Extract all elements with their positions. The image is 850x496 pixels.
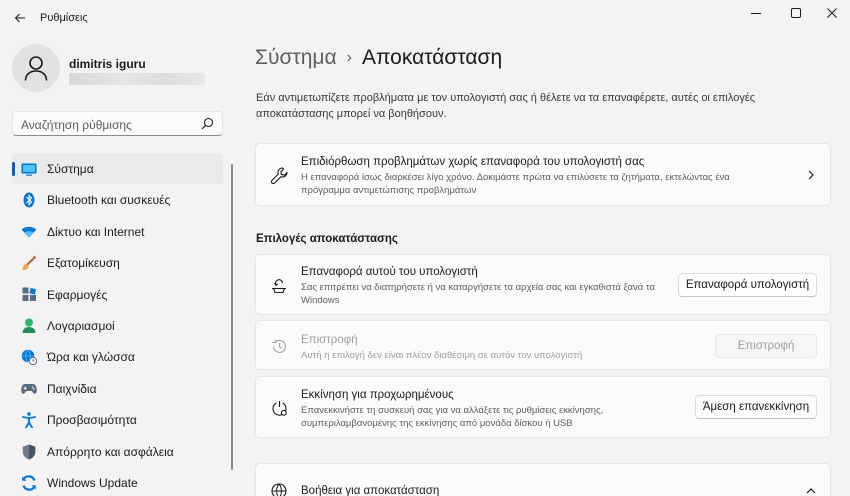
sidebar-item-label: Απόρρητο και ασφάλεια <box>47 444 174 459</box>
advanced-startup-card: Εκκίνηση για προχωρημένους Επανεκκινήστε… <box>255 376 831 438</box>
go-back-card: Επιστροφή Αυτή η επιλογή δεν είναι πλέον… <box>255 320 831 370</box>
page-title: Αποκατάσταση <box>361 46 503 69</box>
person-icon <box>24 56 48 81</box>
avatar <box>12 44 60 92</box>
sidebar-item-label: Δίκτυο και Internet <box>47 224 145 239</box>
chevron-right-icon <box>808 170 814 180</box>
breadcrumb-separator: › <box>346 49 352 66</box>
sidebar-item-label: Ώρα και γλώσσα <box>47 350 135 365</box>
accessibility-icon <box>20 411 38 429</box>
maximize-button[interactable] <box>778 0 814 26</box>
sidebar-item-label: Windows Update <box>47 475 138 490</box>
chevron-up-icon[interactable] <box>806 486 816 496</box>
card-title: Βοήθεια για αποκατάσταση <box>301 485 440 496</box>
sidebar-item-label: Bluetooth και συσκευές <box>47 193 171 208</box>
sidebar-item-label: Σύστημα <box>47 162 94 176</box>
sidebar-item-personalization[interactable]: Εξατομίκευση <box>12 247 223 278</box>
back-arrow-icon <box>14 13 25 23</box>
maximize-icon <box>791 8 801 18</box>
sidebar-item-accounts[interactable]: Λογαριασμοί <box>12 310 223 341</box>
card-description: Αυτή η επιλογή δεν είναι πλέον διαθέσιμη… <box>301 350 583 361</box>
sidebar-scrollbar[interactable] <box>231 164 233 470</box>
search-input[interactable]: Αναζήτηση ρύθμισης <box>12 111 223 136</box>
history-icon <box>269 336 289 356</box>
close-button[interactable] <box>814 0 850 26</box>
wrench-icon <box>269 165 289 185</box>
apps-icon <box>20 286 38 304</box>
minimize-button[interactable] <box>738 0 774 26</box>
breadcrumb-parent-link[interactable]: Σύστημα <box>255 46 337 69</box>
card-title: Εκκίνηση για προχωρημένους <box>301 389 454 401</box>
globe-icon <box>269 481 289 496</box>
shield-icon <box>20 443 38 461</box>
minimize-icon <box>751 13 761 14</box>
recovery-help-card[interactable]: Βοήθεια για αποκατάσταση <box>255 463 831 496</box>
search-placeholder: Αναζήτηση ρύθμισης <box>21 118 132 132</box>
reset-pc-button[interactable]: Επαναφορά υπολογιστή <box>678 273 817 297</box>
sidebar-item-bluetooth[interactable]: Bluetooth και συσκευές <box>12 184 223 215</box>
card-description: Επανεκκινήστε τη συσκευή σας για να αλλά… <box>301 405 604 429</box>
sidebar-item-label: Εξατομίκευση <box>47 256 120 271</box>
card-description: Σας επιτρέπει να διατηρήσετε ή να καταργ… <box>301 282 656 306</box>
reset-pc-card: Επαναφορά αυτού του υπολογιστή Σας επιτρ… <box>255 254 831 315</box>
breadcrumb: Σύστημα › Αποκατάσταση <box>255 46 502 70</box>
sidebar-item-apps[interactable]: Εφαρμογές <box>12 279 223 310</box>
bluetooth-icon <box>20 191 38 209</box>
sidebar-item-privacy[interactable]: Απόρρητο και ασφάλεια <box>12 436 223 467</box>
title-bar: Ρυθμίσεις <box>0 0 850 36</box>
sidebar-item-windows-update[interactable]: Windows Update <box>12 467 223 496</box>
reset-pc-icon <box>269 275 289 295</box>
sidebar-item-time-language[interactable]: Ώρα και γλώσσα <box>12 341 223 372</box>
restart-now-button[interactable]: Άμεση επανεκκίνηση <box>695 395 817 419</box>
user-email-redacted <box>69 73 205 85</box>
troubleshoot-card[interactable]: Επιδιόρθωση προβλημάτων χωρίς επαναφορά … <box>255 143 831 206</box>
brush-icon <box>20 254 38 272</box>
close-icon <box>827 8 837 18</box>
back-button[interactable] <box>8 6 32 30</box>
card-description: Η επαναφορά ίσως διαρκέσει λίγο χρόνο. Δ… <box>301 172 730 196</box>
section-title: Επιλογές αποκατάστασης <box>256 233 398 245</box>
intro-text: Εάν αντιμετωπίζετε προβλήματα με τον υπο… <box>256 92 756 120</box>
sidebar-item-label: Λογαριασμοί <box>47 318 115 333</box>
card-title: Επαναφορά αυτού του υπολογιστή <box>301 266 478 278</box>
account-icon <box>20 317 38 335</box>
app-title: Ρυθμίσεις <box>40 12 88 24</box>
sidebar-item-accessibility[interactable]: Προσβασιμότητα <box>12 404 223 435</box>
update-icon <box>20 474 38 492</box>
user-profile[interactable]: dimitris iguru <box>12 44 222 94</box>
user-name: dimitris iguru <box>69 57 146 71</box>
sidebar-item-network[interactable]: Δίκτυο και Internet <box>12 216 223 247</box>
sidebar-item-label: Προσβασιμότητα <box>47 413 137 428</box>
wifi-icon <box>20 223 38 241</box>
sidebar-item-gaming[interactable]: Παιχνίδια <box>12 373 223 404</box>
card-title: Επιστροφή <box>301 334 358 346</box>
system-icon <box>20 160 38 178</box>
sidebar-item-label: Παιχνίδια <box>47 381 97 396</box>
sidebar-item-system[interactable]: Σύστημα <box>12 153 223 185</box>
go-back-button: Επιστροφή <box>715 334 817 358</box>
gamepad-icon <box>20 380 38 398</box>
sidebar-nav: Σύστημα Bluetooth και συσκευές Δίκτυο κα… <box>12 153 223 496</box>
sidebar-item-label: Εφαρμογές <box>47 287 108 302</box>
advanced-startup-icon <box>269 398 289 418</box>
search-icon <box>201 117 214 130</box>
card-title: Επιδιόρθωση προβλημάτων χωρίς επαναφορά … <box>301 156 645 168</box>
globe-clock-icon <box>20 348 38 366</box>
